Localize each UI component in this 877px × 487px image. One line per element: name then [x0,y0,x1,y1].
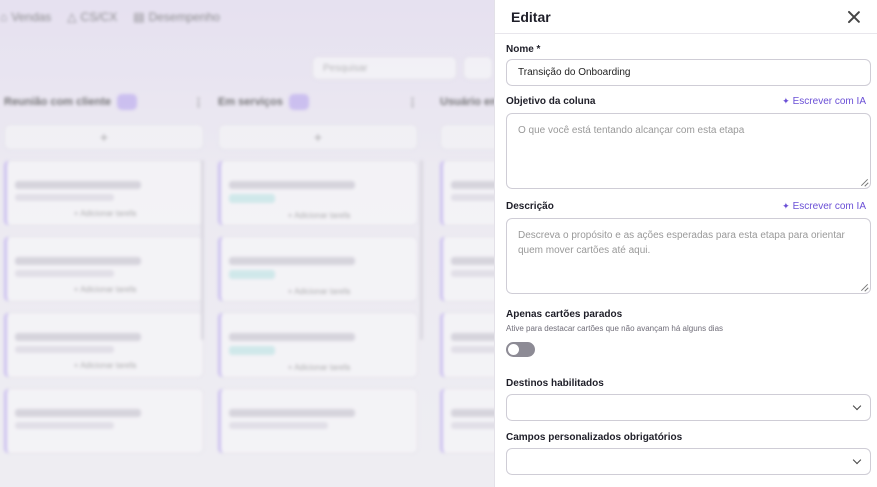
modal-scrim[interactable] [0,0,494,487]
ai-button-label: Escrever com IA [792,201,866,212]
objective-placeholder: O que você está tentando alcançar com es… [518,125,745,136]
description-label: Descrição [506,201,554,212]
name-label: Nome * [506,44,541,55]
edit-drawer: Editar Nome * Transição do Onboarding Ob… [494,0,877,487]
destinations-label: Destinos habilitados [506,378,604,389]
toggle-knob [508,344,519,355]
objective-label: Objetivo da coluna [506,96,596,107]
objective-ai-button[interactable]: ✦ Escrever com IA [782,96,866,107]
destinations-select[interactable] [506,394,871,421]
resize-handle-icon[interactable] [861,179,868,186]
stalled-cards-toggle[interactable] [506,342,535,357]
resize-handle-icon[interactable] [861,284,868,291]
name-input-value: Transição do Onboarding [518,67,631,78]
ai-button-label: Escrever com IA [792,96,866,107]
objective-label-row: Objetivo da coluna ✦ Escrever com IA [506,96,866,107]
objective-textarea[interactable]: O que você está tentando alcançar com es… [506,113,871,189]
sparkle-icon: ✦ [782,201,790,211]
chevron-down-icon [852,455,862,465]
required-fields-label: Campos personalizados obrigatórios [506,432,683,443]
drawer-title: Editar [511,8,551,25]
description-placeholder: Descreva o propósito e as ações esperada… [518,230,845,256]
required-fields-select[interactable] [506,448,871,475]
stalled-cards-hint: Ative para destacar cartões que não avan… [506,324,724,333]
description-textarea[interactable]: Descreva o propósito e as ações esperada… [506,218,871,294]
description-ai-button[interactable]: ✦ Escrever com IA [782,201,866,212]
chevron-down-icon [852,401,862,411]
stalled-cards-label: Apenas cartões parados [506,309,623,320]
drawer-header: Editar [495,0,877,34]
close-icon[interactable] [847,10,861,24]
name-input[interactable]: Transição do Onboarding [506,59,871,86]
description-label-row: Descrição ✦ Escrever com IA [506,201,866,212]
drawer-body: Nome * Transição do Onboarding Objetivo … [495,44,877,475]
sparkle-icon: ✦ [782,96,790,106]
